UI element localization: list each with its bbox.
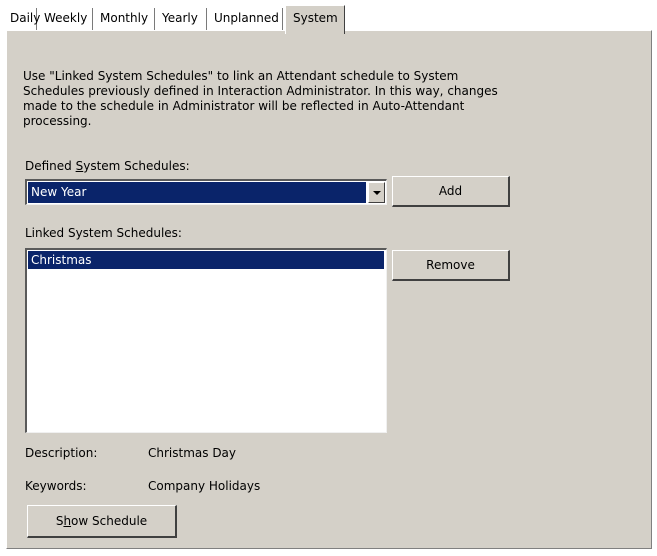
show-schedule-button[interactable]: Show Schedule: [27, 505, 177, 538]
defined-schedules-dropdown[interactable]: New Year: [25, 179, 387, 205]
show-schedule-mnemonic: h: [63, 514, 72, 528]
tab-monthly-label: Monthly: [100, 11, 149, 25]
tab-daily[interactable]: Daily: [3, 8, 41, 30]
show-schedule-post: ow Schedule: [71, 514, 148, 528]
defined-system-schedules-label: Defined System Schedules:: [25, 159, 190, 173]
chevron-down-icon[interactable]: [368, 182, 385, 203]
keywords-value: Company Holidays: [148, 479, 261, 493]
linked-schedules-list[interactable]: Christmas: [25, 248, 387, 433]
tab-daily-label: Daily: [10, 11, 41, 25]
tab-unplanned-label: Unplanned: [214, 11, 279, 25]
tab-monthly[interactable]: Monthly: [93, 8, 155, 30]
description-value: Christmas Day: [148, 446, 237, 460]
dropdown-selected-value: New Year: [28, 182, 366, 203]
linked-system-schedules-label: Linked System Schedules:: [25, 226, 182, 240]
intro-text: Use "Linked System Schedules" to link an…: [23, 69, 498, 128]
defined-label-post: ystem Schedules:: [83, 159, 190, 173]
tab-yearly[interactable]: Yearly: [155, 8, 207, 30]
list-item[interactable]: Christmas: [28, 251, 384, 269]
description-label: Description:: [25, 446, 98, 460]
remove-button[interactable]: Remove: [392, 250, 510, 281]
tab-system-label: System: [293, 11, 338, 25]
tab-weekly-label: Weekly: [44, 11, 88, 25]
system-tab-panel: Use "Linked System Schedules" to link an…: [6, 30, 652, 549]
tab-unplanned[interactable]: Unplanned: [207, 8, 283, 30]
tab-weekly[interactable]: Weekly: [37, 8, 93, 30]
tab-yearly-label: Yearly: [162, 11, 198, 25]
keywords-label: Keywords:: [25, 479, 87, 493]
tab-system[interactable]: System: [285, 5, 345, 34]
defined-label-pre: Defined: [25, 159, 76, 173]
add-button[interactable]: Add: [392, 176, 510, 207]
